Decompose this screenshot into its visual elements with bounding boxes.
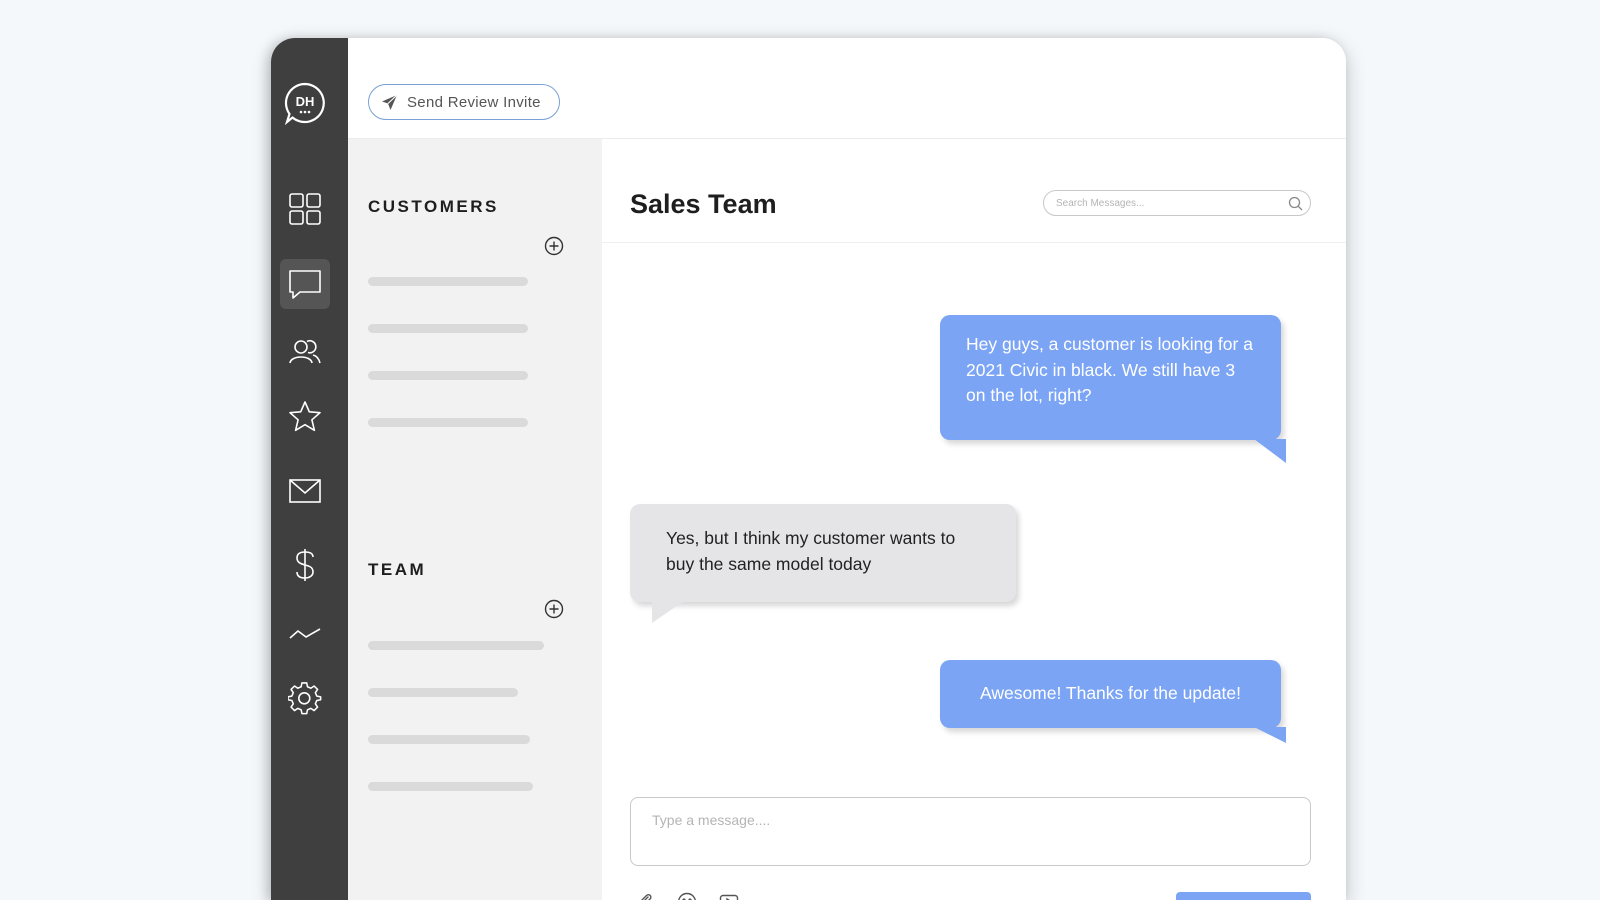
customer-list-item-placeholder[interactable] (368, 371, 528, 380)
conversation-panel: CUSTOMERS TEAM (348, 139, 602, 900)
sidebar-item-contacts[interactable] (280, 327, 330, 377)
send-review-invite-label: Send Review Invite (407, 93, 541, 111)
gear-icon (288, 682, 322, 715)
message-bubble-incoming[interactable]: Yes, but I think my customer wants to bu… (630, 504, 1016, 602)
logo-text: DH (296, 94, 315, 109)
mail-icon (289, 479, 321, 503)
team-list-item-placeholder[interactable] (368, 782, 533, 791)
paperclip-icon[interactable] (633, 891, 655, 900)
sidebar-item-analytics[interactable] (280, 609, 330, 659)
chat-icon (289, 270, 321, 299)
message-bubble-outgoing[interactable]: Hey guys, a customer is looking for a 20… (940, 315, 1281, 440)
emoji-icon[interactable] (676, 891, 698, 900)
search-icon[interactable] (1288, 196, 1303, 211)
sidebar-item-payments[interactable] (280, 540, 330, 590)
team-section-title: TEAM (368, 560, 427, 579)
message-input[interactable] (630, 797, 1311, 866)
bubble-tail (1254, 439, 1286, 463)
dollar-icon (296, 549, 314, 581)
top-bar: Send Review Invite (348, 38, 1346, 139)
message-text: Yes, but I think my customer wants to bu… (666, 528, 956, 574)
trend-icon (289, 628, 321, 639)
chat-title: Sales Team (630, 189, 777, 219)
message-bubble-outgoing[interactable]: Awesome! Thanks for the update! (940, 660, 1281, 728)
message-text: Awesome! Thanks for the update! (979, 683, 1242, 703)
sidebar-item-reviews[interactable] (280, 392, 330, 442)
brand-logo[interactable]: DH (283, 81, 327, 126)
search-messages-input[interactable] (1043, 190, 1311, 216)
users-icon (289, 340, 321, 364)
team-list-item-placeholder[interactable] (368, 688, 518, 697)
bubble-tail (1254, 727, 1286, 743)
app-window: DH Send Review Invite CUSTOMERS TEAM Sal… (271, 38, 1346, 900)
sidebar-item-settings[interactable] (280, 674, 330, 724)
customers-section-title: CUSTOMERS (368, 197, 499, 216)
add-team-member-icon[interactable] (544, 599, 564, 619)
sidebar-item-messages[interactable] (280, 259, 330, 309)
star-icon (289, 401, 321, 432)
sidebar-item-dashboard[interactable] (280, 184, 330, 234)
chat-header: Sales Team (602, 139, 1346, 243)
logo-chat-bubble-icon: DH (284, 82, 325, 126)
customer-list-item-placeholder[interactable] (368, 324, 528, 333)
chat-area: Sales Team Hey guys, a customer is looki… (602, 139, 1346, 900)
send-review-invite-button[interactable]: Send Review Invite (368, 84, 560, 120)
bubble-tail (652, 601, 684, 623)
paper-plane-icon (382, 94, 398, 110)
customer-list-item-placeholder[interactable] (368, 418, 528, 427)
sidebar-item-mail[interactable] (280, 466, 330, 516)
video-icon[interactable] (718, 891, 740, 900)
customer-list-item-placeholder[interactable] (368, 277, 528, 286)
team-list-item-placeholder[interactable] (368, 735, 530, 744)
send-button[interactable]: Send (1176, 892, 1311, 900)
message-text: Hey guys, a customer is looking for a 20… (966, 334, 1253, 405)
team-list-item-placeholder[interactable] (368, 641, 544, 650)
sidebar: DH (271, 38, 348, 900)
add-customer-icon[interactable] (544, 236, 564, 256)
grid-icon (289, 193, 321, 225)
